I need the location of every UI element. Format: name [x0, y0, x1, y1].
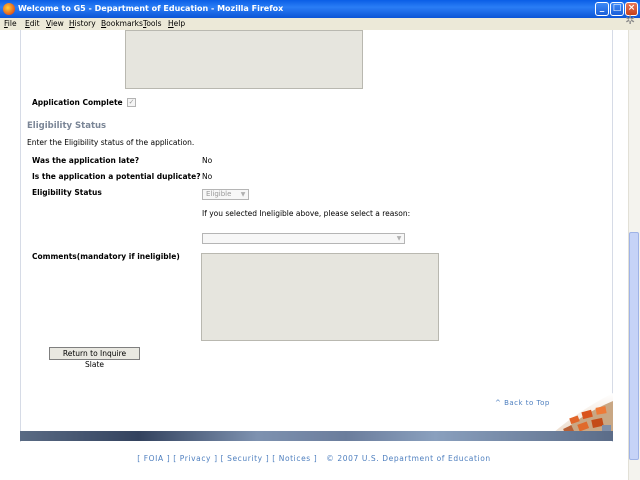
late-label: Was the application late?	[32, 156, 140, 165]
duplicate-value: No	[202, 172, 213, 181]
window-title: Welcome to G5 - Department of Education …	[18, 4, 284, 13]
menu-help[interactable]: Help	[168, 19, 185, 28]
page-viewport: Application Complete ✓ Eligibility Statu…	[0, 30, 628, 480]
footer-link-foia[interactable]: FOIA	[144, 454, 164, 463]
notes-textarea[interactable]	[125, 30, 363, 89]
menu-history[interactable]: History	[69, 19, 96, 28]
eligibility-section-title: Eligibility Status	[27, 121, 107, 131]
eligibility-status-select[interactable]: Eligible ▼	[202, 189, 249, 200]
application-complete-label: Application Complete	[32, 98, 123, 107]
menu-edit[interactable]: Edit	[25, 19, 40, 28]
comments-label: Comments(mandatory if ineligible)	[32, 252, 180, 261]
footer: [ FOIA ] [ Privacy ] [ Security ] [ Noti…	[137, 454, 491, 463]
throbber-icon: ✲	[625, 13, 636, 27]
minimize-icon[interactable]: _	[595, 2, 609, 16]
back-to-top-link[interactable]: ^ Back to Top	[495, 399, 550, 407]
menu-bookmarks[interactable]: Bookmarks	[101, 19, 143, 28]
menu-view[interactable]: View	[46, 19, 64, 28]
footer-copyright: © 2007 U.S. Department of Education	[326, 454, 491, 463]
chevron-down-icon: ▼	[240, 191, 246, 198]
firefox-icon	[3, 3, 15, 15]
reason-select[interactable]: ▼	[202, 233, 405, 244]
duplicate-label: Is the application a potential duplicate…	[32, 172, 201, 181]
footer-link-notices[interactable]: Notices	[279, 454, 311, 463]
eligibility-status-label: Eligibility Status	[32, 188, 102, 197]
footer-link-privacy[interactable]: Privacy	[180, 454, 211, 463]
footer-link-security[interactable]: Security	[227, 454, 263, 463]
comments-textarea[interactable]	[201, 253, 439, 341]
maximize-icon[interactable]: □	[610, 2, 624, 16]
menu-file[interactable]: File	[4, 19, 17, 28]
scrollbar-thumb[interactable]	[629, 232, 639, 460]
late-value: No	[202, 156, 213, 165]
menu-bar: File Edit View History Bookmarks Tools H…	[0, 18, 640, 30]
chevron-down-icon: ▼	[396, 235, 402, 242]
reason-prompt: If you selected Ineligible above, please…	[202, 209, 411, 218]
application-complete-checkbox[interactable]: ✓	[127, 98, 136, 107]
eligibility-instructions: Enter the Eligibility status of the appl…	[27, 138, 195, 147]
menu-tools[interactable]: Tools	[143, 19, 161, 28]
eligibility-status-value: Eligible	[206, 190, 232, 198]
window-title-bar: Welcome to G5 - Department of Education …	[0, 0, 640, 18]
footer-banner	[20, 431, 613, 441]
return-to-inquire-slate-button[interactable]: Return to Inquire Slate	[49, 347, 140, 369]
